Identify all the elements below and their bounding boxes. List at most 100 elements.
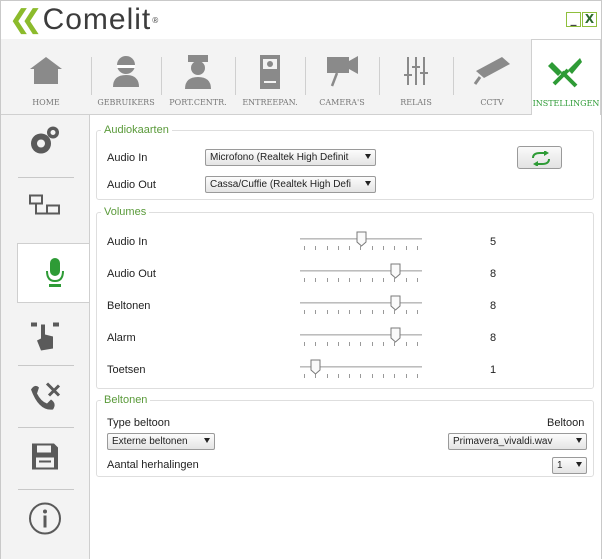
sidebar-item-info[interactable] bbox=[16, 495, 74, 545]
slider-tick bbox=[371, 246, 373, 250]
tab-instellingen[interactable]: INSTELLINGEN bbox=[531, 39, 601, 116]
network-icon bbox=[28, 194, 62, 223]
volume-slider[interactable] bbox=[300, 327, 422, 349]
settings-panel: Audiokaarten Audio In Microfono (Realtek… bbox=[89, 115, 601, 559]
slider-tick bbox=[394, 246, 396, 250]
audio-out-select[interactable]: Cassa/Cuffie (Realtek High Defi bbox=[205, 176, 376, 193]
type-beltoon-label: Type beltoon bbox=[107, 417, 170, 429]
repeat-count-label: Aantal herhalingen bbox=[107, 459, 199, 471]
repeat-count-value: 1 bbox=[557, 460, 563, 471]
volume-slider[interactable] bbox=[300, 231, 422, 253]
slider-tick bbox=[315, 310, 317, 314]
slider-tick bbox=[349, 374, 351, 378]
concierge-icon bbox=[183, 55, 213, 92]
slider-tick bbox=[416, 342, 418, 346]
repeat-count-select[interactable]: 1 bbox=[552, 457, 587, 474]
tab-port-centr[interactable]: PORT.CENTR. bbox=[161, 39, 235, 115]
tab-cctv-label: CCTV bbox=[480, 98, 504, 107]
sidebar-divider bbox=[18, 427, 74, 428]
slider-tick bbox=[383, 278, 385, 282]
slider-tick bbox=[349, 278, 351, 282]
audio-in-select[interactable]: Microfono (Realtek High Definit bbox=[205, 149, 376, 166]
slider-tick bbox=[315, 246, 317, 250]
slider-tick bbox=[360, 374, 362, 378]
ringtone-file-value: Primavera_vivaldi.wav bbox=[453, 436, 553, 447]
sidebar-item-save[interactable] bbox=[16, 433, 74, 483]
slider-tick bbox=[416, 310, 418, 314]
tab-cctv[interactable]: CCTV bbox=[453, 39, 531, 115]
slider-thumb[interactable] bbox=[310, 359, 321, 375]
tab-home[interactable]: HOME bbox=[1, 39, 91, 115]
close-button[interactable]: X bbox=[582, 12, 597, 27]
slider-tick bbox=[337, 246, 339, 250]
info-icon bbox=[28, 502, 62, 539]
tab-relais[interactable]: RELAIS bbox=[379, 39, 453, 115]
slider-tick bbox=[383, 374, 385, 378]
tab-cameras[interactable]: CAMERA'S bbox=[305, 39, 379, 115]
slider-tick bbox=[304, 278, 305, 282]
sidebar-item-touch[interactable] bbox=[16, 313, 74, 363]
chevron-down-icon bbox=[365, 154, 371, 159]
ringtone-type-select[interactable]: Externe beltonen bbox=[107, 433, 215, 450]
volume-label: Audio Out bbox=[107, 268, 156, 280]
user-icon bbox=[111, 55, 141, 90]
slider-thumb[interactable] bbox=[356, 231, 367, 247]
slider-tick bbox=[360, 278, 362, 282]
audio-out-value: Cassa/Cuffie (Realtek High Defi bbox=[210, 179, 351, 190]
slider-tick bbox=[326, 310, 328, 314]
slider-thumb[interactable] bbox=[390, 263, 401, 279]
audio-in-value: Microfono (Realtek High Definit bbox=[210, 152, 349, 163]
tab-gebruikers[interactable]: GEBRUIKERS bbox=[91, 39, 161, 115]
sidebar-item-system[interactable] bbox=[16, 117, 74, 167]
beltoon-label: Beltoon bbox=[547, 417, 585, 429]
slider-tick bbox=[416, 278, 418, 282]
side-nav bbox=[1, 115, 90, 559]
chevron-down-icon bbox=[576, 438, 582, 443]
minimize-button[interactable]: _ bbox=[566, 12, 581, 27]
sidebar-divider bbox=[18, 365, 74, 366]
sidebar-item-network[interactable] bbox=[16, 183, 74, 233]
volume-value: 8 bbox=[490, 268, 497, 280]
sidebar-item-phone-tools[interactable] bbox=[16, 373, 74, 423]
slider-tick bbox=[304, 374, 305, 378]
slider-tick bbox=[383, 342, 385, 346]
slider-tick bbox=[371, 342, 373, 346]
slider-thumb[interactable] bbox=[390, 327, 401, 343]
tab-instellingen-label: INSTELLINGEN bbox=[532, 99, 600, 108]
slider-tick bbox=[337, 374, 339, 378]
slider-tick bbox=[337, 310, 339, 314]
slider-tick bbox=[304, 342, 305, 346]
slider-tick bbox=[326, 246, 328, 250]
slider-tick bbox=[405, 310, 407, 314]
tab-home-label: HOME bbox=[32, 98, 60, 107]
tab-relais-label: RELAIS bbox=[400, 98, 432, 107]
refresh-audio-button[interactable] bbox=[517, 146, 562, 169]
ringtone-file-select[interactable]: Primavera_vivaldi.wav bbox=[448, 433, 587, 450]
tab-gebruikers-label: GEBRUIKERS bbox=[97, 98, 155, 107]
slider-tick bbox=[416, 374, 418, 378]
home-icon bbox=[29, 55, 63, 88]
slider-tick bbox=[349, 246, 351, 250]
chevron-down-icon bbox=[365, 181, 371, 186]
touch-icon bbox=[29, 321, 61, 356]
slider-tick bbox=[405, 342, 407, 346]
slider-tick bbox=[326, 374, 328, 378]
ringtone-type-value: Externe beltonen bbox=[112, 436, 188, 447]
volume-label: Audio In bbox=[107, 236, 148, 248]
volume-slider[interactable] bbox=[300, 295, 422, 317]
slider-track bbox=[300, 334, 422, 336]
slider-tick bbox=[349, 342, 351, 346]
volume-slider[interactable] bbox=[300, 263, 422, 285]
tab-entreepan[interactable]: ENTREEPAN. bbox=[235, 39, 305, 115]
cctv-icon bbox=[472, 55, 512, 88]
logo-text: Comelit bbox=[42, 3, 152, 36]
sidebar-item-audio[interactable] bbox=[17, 243, 90, 303]
gears-icon bbox=[28, 124, 62, 161]
slider-thumb[interactable] bbox=[390, 295, 401, 311]
refresh-icon bbox=[532, 151, 550, 166]
volume-label: Alarm bbox=[107, 332, 136, 344]
slider-tick bbox=[304, 310, 305, 314]
volume-slider[interactable] bbox=[300, 359, 422, 381]
volumes-legend: Volumes bbox=[104, 206, 147, 218]
tab-cameras-label: CAMERA'S bbox=[319, 98, 365, 107]
